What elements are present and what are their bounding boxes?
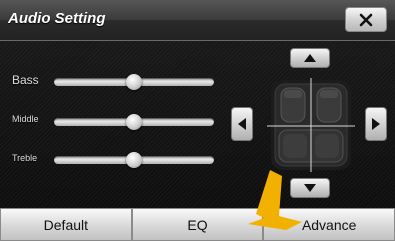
bass-slider[interactable] — [54, 74, 214, 90]
fader-up-button[interactable] — [290, 48, 330, 68]
arrow-left-icon — [238, 118, 246, 130]
tab-eq-label: EQ — [187, 216, 208, 233]
tab-advance-label: Advance — [301, 216, 357, 233]
arrow-down-icon — [304, 184, 316, 192]
middle-slider[interactable] — [54, 114, 214, 130]
close-icon — [359, 13, 373, 26]
balance-left-button[interactable] — [231, 107, 253, 141]
middle-slider-knob[interactable] — [126, 114, 142, 130]
fader-down-button[interactable] — [290, 178, 330, 198]
middle-label: Middle — [12, 114, 39, 124]
treble-slider-knob[interactable] — [126, 152, 142, 168]
bass-slider-knob[interactable] — [126, 74, 142, 90]
arrow-up-icon — [304, 54, 316, 62]
window-title: Audio Setting — [8, 10, 106, 27]
tab-default[interactable]: Default — [0, 208, 132, 241]
tab-advance[interactable]: Advance — [263, 208, 395, 241]
tab-default-label: Default — [43, 216, 89, 233]
bass-label: Bass — [12, 73, 39, 87]
close-button[interactable] — [345, 7, 387, 32]
treble-label: Treble — [12, 153, 38, 163]
bottom-tab-bar: Default EQ Advance — [0, 208, 395, 241]
treble-slider[interactable] — [54, 152, 214, 168]
tab-eq[interactable]: EQ — [131, 208, 264, 241]
balance-right-button[interactable] — [365, 107, 387, 141]
audio-setting-screen: Audio Setting Bass Middle Treble Default… — [0, 0, 395, 241]
arrow-right-icon — [372, 118, 380, 130]
title-bar: Audio Setting — [0, 0, 395, 41]
car-seat-map[interactable] — [265, 74, 357, 174]
